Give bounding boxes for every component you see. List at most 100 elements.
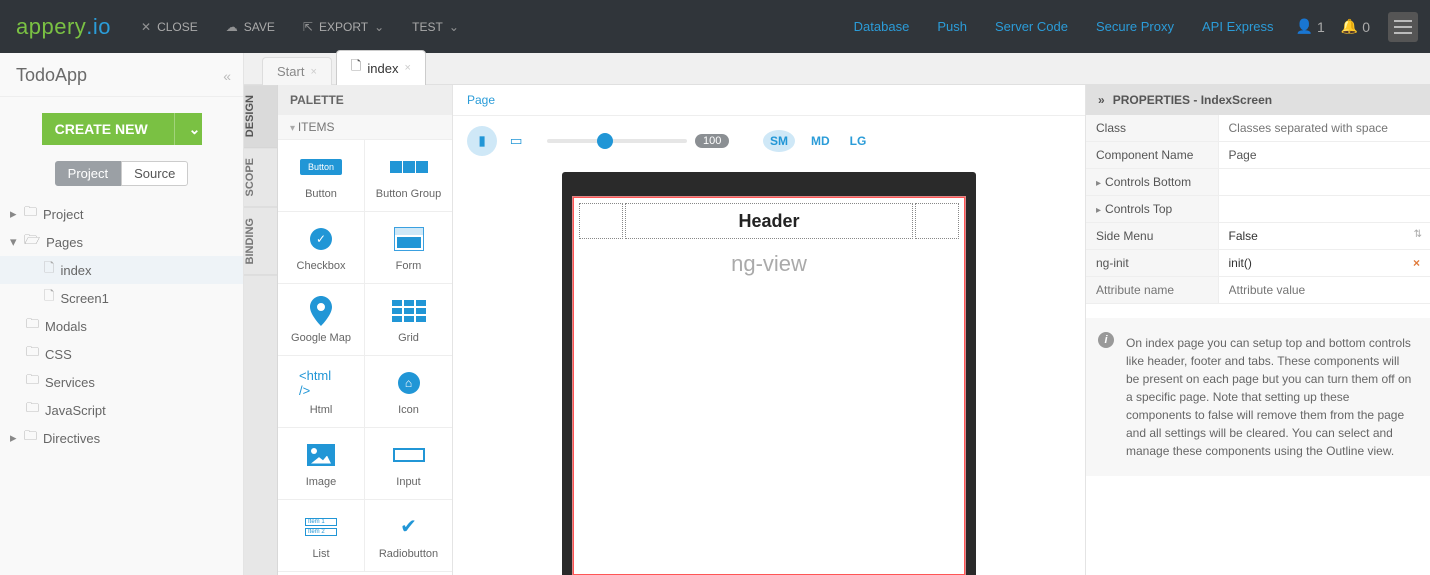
folder-icon: 🗀 [24,203,37,225]
prop-controls-top-label[interactable]: ▸Controls Top [1086,196,1218,223]
folder-icon: 🗀 [26,315,39,337]
close-icon[interactable]: × [404,62,410,74]
header-left-slot[interactable] [579,203,623,239]
screen-header[interactable]: Header [579,203,959,239]
user-indicator[interactable]: 👤1 [1288,18,1333,35]
link-api-express[interactable]: API Express [1188,19,1288,34]
size-lg[interactable]: LG [846,130,871,152]
link-server-code[interactable]: Server Code [981,19,1082,34]
file-icon: 🗋 [44,259,54,281]
header-title[interactable]: Header [625,203,913,239]
palette-image[interactable]: Image [278,428,365,500]
grid-icon [392,300,426,322]
tree-pages[interactable]: ▾🗁Pages [0,228,243,256]
segment-source[interactable]: Source [121,161,188,186]
test-button[interactable]: TEST⌄ [398,0,473,53]
info-icon: i [1098,332,1114,348]
tree-project[interactable]: ▸🗀Project [0,200,243,228]
header-right-slot[interactable] [915,203,959,239]
palette-list[interactable]: Item 1Item 2List [278,500,365,572]
vtab-design[interactable]: DESIGN [244,85,277,148]
export-button[interactable]: ⇱EXPORT⌄ [289,0,398,53]
link-push[interactable]: Push [923,19,981,34]
tree-javascript[interactable]: 🗀JavaScript [0,396,243,424]
segment-project[interactable]: Project [55,161,121,186]
palette-icon[interactable]: ⌂Icon [365,356,452,428]
tab-index[interactable]: 🗋index× [336,50,426,85]
tree-directives[interactable]: ▸🗀Directives [0,424,243,452]
palette-button[interactable]: ButtonButton [278,140,365,212]
folder-icon: 🗀 [26,399,39,421]
chevrons-icon[interactable]: » [1098,93,1105,107]
chevron-down-icon: ⌄ [374,20,384,34]
image-icon [307,444,335,466]
menu-button[interactable] [1388,12,1418,42]
prop-controls-bottom-label[interactable]: ▸Controls Bottom [1086,169,1218,196]
prop-ng-init-label: ng-init [1086,250,1218,277]
export-icon: ⇱ [303,20,313,34]
prop-side-menu-select[interactable]: False⇅ [1218,223,1430,250]
project-tree: ▸🗀Project ▾🗁Pages 🗋index 🗋Screen1 🗀Modal… [0,200,243,452]
size-sm[interactable]: SM [763,130,795,152]
size-md[interactable]: MD [807,130,834,152]
close-icon[interactable]: × [310,66,316,78]
collapse-sidebar-icon[interactable]: « [223,68,227,84]
home-icon: ⌂ [398,372,420,394]
device-landscape-button[interactable]: ▭ [501,126,531,156]
palette-button-group[interactable]: Button Group [365,140,452,212]
prop-component-name-input[interactable] [1229,148,1421,162]
checkbox-icon: ✓ [310,228,332,250]
link-secure-proxy[interactable]: Secure Proxy [1082,19,1188,34]
tree-services[interactable]: 🗀Services [0,368,243,396]
tree-css[interactable]: 🗀CSS [0,340,243,368]
topbar: appery.io ✕CLOSE ☁SAVE ⇱EXPORT⌄ TEST⌄ Da… [0,0,1430,53]
chevron-down-icon: ⌄ [174,113,201,145]
project-title: TodoApp [16,65,223,86]
notifications-indicator[interactable]: 🔔0 [1333,18,1378,35]
delete-attr-button[interactable]: × [1413,256,1420,270]
phone-landscape-icon: ▭ [510,133,523,149]
tree-screen1[interactable]: 🗋Screen1 [0,284,243,312]
vtab-scope[interactable]: SCOPE [244,148,277,208]
tree-index[interactable]: 🗋index [0,256,243,284]
vtab-binding[interactable]: BINDING [244,208,277,275]
tree-modals[interactable]: 🗀Modals [0,312,243,340]
breadcrumb[interactable]: Page [453,85,1085,116]
palette-panel: PALETTE ITEMS ButtonButton Button Group … [278,85,453,575]
close-button[interactable]: ✕CLOSE [127,0,212,53]
prop-class-input[interactable] [1229,121,1421,135]
canvas-toolbar: ▮ ▭ 100 SM MD LG [453,116,1085,166]
zoom-slider[interactable] [547,139,687,143]
file-icon: 🗋 [351,57,361,79]
palette-section-items[interactable]: ITEMS [278,115,452,140]
attr-value-input[interactable] [1229,283,1421,297]
prop-side-menu-label: Side Menu [1086,223,1218,250]
prop-component-name-label: Component Name [1086,142,1218,169]
palette-grid[interactable]: Grid [365,284,452,356]
palette-checkbox[interactable]: ✓Checkbox [278,212,365,284]
logo: appery.io [0,0,127,53]
screen[interactable]: Header ng-view [572,196,966,575]
prop-ng-init-value[interactable]: init() [1229,256,1252,270]
palette-form[interactable]: Form [365,212,452,284]
tab-start[interactable]: Start× [262,57,332,85]
close-icon: ✕ [141,20,151,34]
editor-tabs: Start× 🗋index× [244,53,1430,85]
attr-name-input[interactable] [1096,283,1208,297]
palette-html[interactable]: <html />Html [278,356,365,428]
radio-icon: ✔ [387,512,431,542]
form-icon [394,227,424,251]
create-new-button[interactable]: CREATE NEW ⌄ [42,113,202,145]
folder-open-icon: 🗁 [24,231,40,253]
link-database[interactable]: Database [840,19,924,34]
properties-title: »PROPERTIES - IndexScreen [1086,85,1430,115]
user-icon: 👤 [1296,18,1313,35]
device-portrait-button[interactable]: ▮ [467,126,497,156]
save-button[interactable]: ☁SAVE [212,0,289,53]
palette-radiobutton[interactable]: ✔Radiobutton [365,500,452,572]
expand-icon: ▸ [1096,205,1101,216]
zoom-badge: 100 [695,134,729,148]
ng-view-placeholder: ng-view [573,245,965,277]
palette-google-map[interactable]: Google Map [278,284,365,356]
palette-input[interactable]: Input [365,428,452,500]
